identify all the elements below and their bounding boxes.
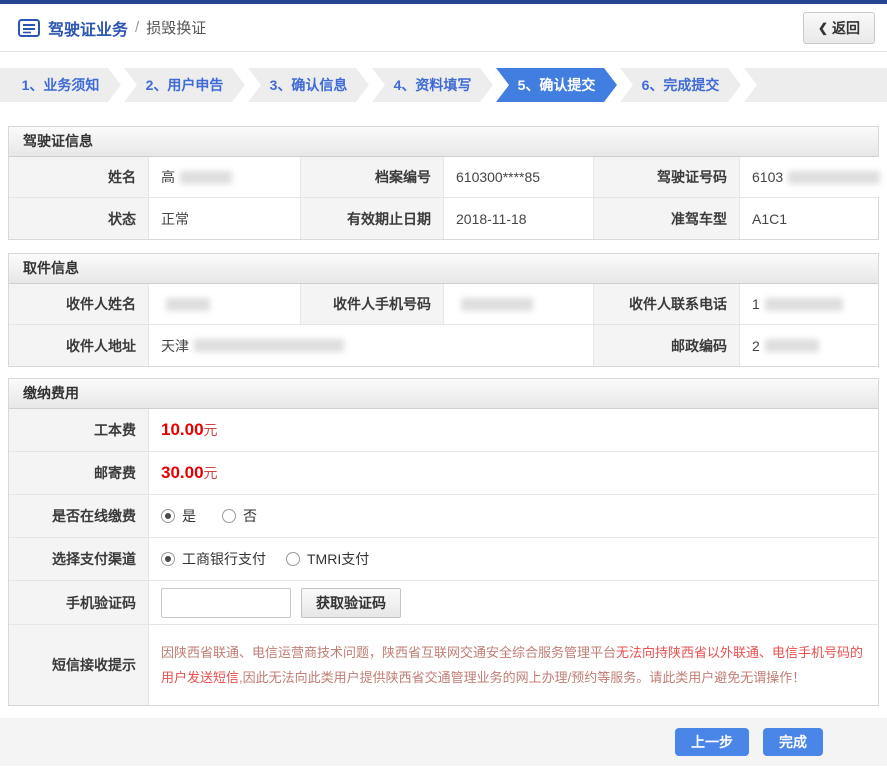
sms-notice-label: 短信接收提示 — [9, 625, 149, 705]
name-label: 姓名 — [9, 157, 149, 197]
recipient-phone-value: 1 — [740, 284, 878, 324]
status-value: 正常 — [149, 198, 301, 239]
license-number-value: 6103 — [740, 157, 881, 197]
table-row: 收件人地址 天津 邮政编码 2 — [9, 325, 878, 366]
pay-channel-radio-group: 工商银行支付 TMRI支付 — [161, 549, 369, 569]
step-5-confirm-submit[interactable]: 5、确认提交 — [496, 68, 617, 102]
license-menu-icon — [18, 18, 40, 37]
fee-unit: 元 — [203, 422, 218, 438]
recipient-mobile-label: 收件人手机号码 — [301, 284, 444, 324]
redacted-blur — [166, 297, 210, 311]
breadcrumb-separator: / — [135, 19, 140, 36]
recipient-address-label: 收件人地址 — [9, 325, 149, 366]
production-fee-row: 工本费 10.00 元 — [9, 409, 878, 452]
sms-notice-row: 短信接收提示 因陕西省联通、电信运营商技术问题，陕西省互联网交通安全综合服务管理… — [9, 625, 878, 705]
page-title: 驾驶证业务 — [48, 21, 129, 39]
step-6-complete-submit[interactable]: 6、完成提交 — [620, 68, 741, 102]
step-wizard: 1、业务须知 2、用户申告 3、确认信息 4、资料填写 5、确认提交 6、完成提… — [0, 68, 887, 102]
sms-notice-text: 因陕西省联通、电信运营商技术问题，陕西省互联网交通安全综合服务管理平台无法向持陕… — [149, 625, 878, 705]
redacted-blur — [764, 297, 843, 311]
fee-amount: 10.00 — [161, 420, 204, 439]
breadcrumb-current: 损毁换证 — [146, 20, 207, 37]
step-2-user-declaration[interactable]: 2、用户申告 — [124, 68, 245, 102]
sms-code-row: 手机验证码 获取验证码 — [9, 581, 878, 625]
table-row: 姓名 高 档案编号 610300****85 驾驶证号码 6103 — [9, 157, 881, 198]
sms-code-input[interactable] — [161, 587, 291, 618]
sms-code-label: 手机验证码 — [9, 581, 149, 624]
icbc-pay-radio[interactable]: 工商银行支付 — [161, 549, 266, 569]
valid-until-label: 有效期止日期 — [301, 198, 444, 239]
redacted-blur — [461, 297, 533, 311]
radio-selected-icon — [161, 552, 175, 566]
step-3-confirm-info[interactable]: 3、确认信息 — [248, 68, 369, 102]
production-fee-value: 10.00 元 — [149, 409, 878, 451]
step-bar-filler — [744, 68, 887, 102]
back-button[interactable]: ❮ 返回 — [802, 11, 875, 44]
recipient-phone-label: 收件人联系电话 — [594, 284, 740, 324]
get-sms-code-button[interactable]: 获取验证码 — [301, 587, 401, 618]
online-pay-radio-group: 是 否 — [161, 506, 257, 526]
pay-channel-label: 选择支付渠道 — [9, 538, 149, 580]
notice-part2: ,因此无法向此类用户提供陕西省交通管理业务的网上办理/预约等服务。请此类用户避免… — [239, 670, 806, 685]
step-4-fill-data[interactable]: 4、资料填写 — [372, 68, 493, 102]
pay-channel-row: 选择支付渠道 工商银行支付 TMRI支付 — [9, 538, 878, 581]
postage-fee-row: 邮寄费 30.00 元 — [9, 452, 878, 495]
previous-step-button[interactable]: 上一步 — [675, 728, 749, 756]
postage-fee-value: 30.00 元 — [149, 452, 878, 494]
vehicle-class-label: 准驾车型 — [594, 198, 740, 239]
footer-action-bar: 上一步 完成 — [0, 718, 887, 766]
postal-code-value: 2 — [740, 325, 878, 366]
redacted-blur — [764, 339, 819, 352]
radio-unselected-icon — [286, 552, 300, 566]
radio-selected-icon — [161, 509, 175, 523]
finish-button[interactable]: 完成 — [763, 728, 823, 756]
online-pay-no-radio[interactable]: 否 — [222, 506, 257, 526]
step-1-business-notice[interactable]: 1、业务须知 — [0, 68, 121, 102]
license-info-section: 驾驶证信息 姓名 高 档案编号 610300****85 驾驶证号码 6103 … — [8, 126, 881, 240]
pickup-section-title: 取件信息 — [9, 254, 878, 284]
file-number-label: 档案编号 — [301, 157, 444, 197]
production-fee-label: 工本费 — [9, 409, 149, 451]
redacted-blur — [788, 170, 881, 184]
table-row: 状态 正常 有效期止日期 2018-11-18 准驾车型 A1C1 — [9, 198, 878, 239]
payment-section-title: 缴纳费用 — [9, 379, 878, 409]
redacted-blur — [194, 339, 344, 352]
license-number-label: 驾驶证号码 — [594, 157, 740, 197]
fee-amount: 30.00 — [161, 463, 204, 482]
valid-until-value: 2018-11-18 — [444, 198, 594, 239]
license-section-title: 驾驶证信息 — [9, 127, 878, 157]
payment-section: 缴纳费用 工本费 10.00 元 邮寄费 30.00 元 是否在线缴费 是 否 选择… — [8, 378, 879, 706]
redacted-blur — [180, 170, 232, 184]
name-value: 高 — [149, 157, 301, 197]
radio-unselected-icon — [222, 509, 236, 523]
online-pay-label: 是否在线缴费 — [9, 495, 149, 537]
file-number-value: 610300****85 — [444, 157, 594, 197]
recipient-address-value: 天津 — [149, 325, 594, 366]
tmri-pay-radio[interactable]: TMRI支付 — [286, 549, 369, 569]
pickup-info-section: 取件信息 收件人姓名 收件人手机号码 收件人联系电话 1 收件人地址 天津 邮政… — [8, 253, 879, 367]
recipient-name-label: 收件人姓名 — [9, 284, 149, 324]
fee-unit: 元 — [203, 465, 218, 481]
recipient-name-value — [149, 284, 301, 324]
chevron-left-icon: ❮ — [817, 20, 828, 35]
online-pay-row: 是否在线缴费 是 否 — [9, 495, 878, 538]
postage-fee-label: 邮寄费 — [9, 452, 149, 494]
vehicle-class-value: A1C1 — [740, 198, 878, 239]
back-button-label: 返回 — [832, 19, 860, 36]
online-pay-yes-radio[interactable]: 是 — [161, 506, 196, 526]
status-label: 状态 — [9, 198, 149, 239]
table-row: 收件人姓名 收件人手机号码 收件人联系电话 1 — [9, 284, 878, 325]
recipient-mobile-value — [444, 284, 594, 324]
postal-code-label: 邮政编码 — [594, 325, 740, 366]
notice-part1: 因陕西省联通、电信运营商技术问题，陕西省互联网交通安全综合服务管理平台 — [161, 644, 617, 660]
page-header: 驾驶证业务 / 损毁换证 ❮ 返回 — [0, 4, 887, 52]
